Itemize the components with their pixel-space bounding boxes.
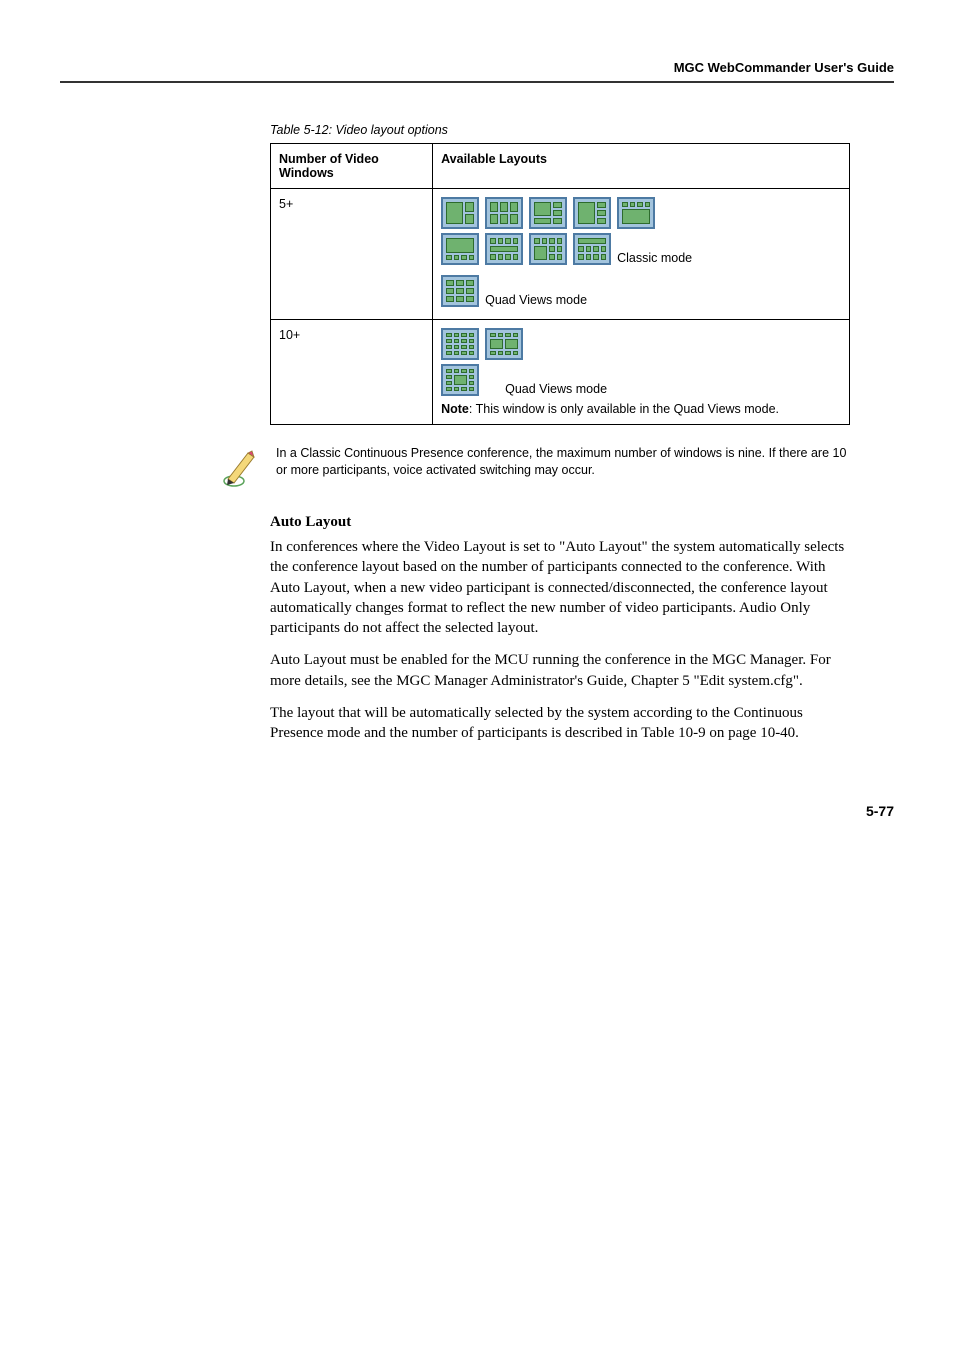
table-header-windows: Number of Video Windows (271, 144, 433, 189)
layout-icon (441, 328, 479, 360)
layout-options-table: Number of Video Windows Available Layout… (270, 143, 850, 425)
note-body: : This window is only available in the Q… (469, 402, 779, 416)
layout-icon (441, 364, 479, 396)
paragraph: In conferences where the Video Layout is… (270, 537, 850, 638)
paragraph: Auto Layout must be enabled for the MCU … (270, 650, 850, 691)
note-prefix: Note (441, 402, 469, 416)
table-row: 10+ (271, 320, 850, 425)
quad-mode-label-10: Quad Views mode (505, 382, 607, 396)
classic-mode-label: Classic mode (617, 251, 692, 265)
layout-icon (617, 197, 655, 229)
cell-windows-10plus: 10+ (271, 320, 433, 425)
layout-icon (441, 197, 479, 229)
layout-icon (485, 197, 523, 229)
quad-note: Note: This window is only available in t… (441, 402, 841, 416)
cell-layouts-10plus: Quad Views mode Note: This window is onl… (433, 320, 850, 425)
layout-icon (441, 233, 479, 265)
page-number: 5-77 (60, 803, 894, 819)
info-note: In a Classic Continuous Presence confere… (220, 445, 850, 494)
layout-icon (441, 275, 479, 307)
layout-icon (485, 233, 523, 265)
pencil-note-icon (220, 445, 260, 494)
layout-icon (529, 197, 567, 229)
layout-icon (529, 233, 567, 265)
paragraph: The layout that will be automatically se… (270, 703, 850, 744)
layout-icon (573, 233, 611, 265)
table-header-layouts: Available Layouts (433, 144, 850, 189)
cell-windows-5plus: 5+ (271, 189, 433, 320)
header-rule (60, 81, 894, 83)
info-note-text: In a Classic Continuous Presence confere… (276, 445, 850, 479)
table-caption: Table 5-12: Video layout options (270, 123, 850, 137)
layout-icon (573, 197, 611, 229)
cell-layouts-5plus: Classic mode Quad Views mode (433, 189, 850, 320)
table-row: 5+ (271, 189, 850, 320)
section-heading-auto-layout: Auto Layout (270, 514, 850, 531)
quad-mode-label: Quad Views mode (485, 293, 587, 307)
layout-icon (485, 328, 523, 360)
page-header-title: MGC WebCommander User's Guide (60, 60, 894, 75)
